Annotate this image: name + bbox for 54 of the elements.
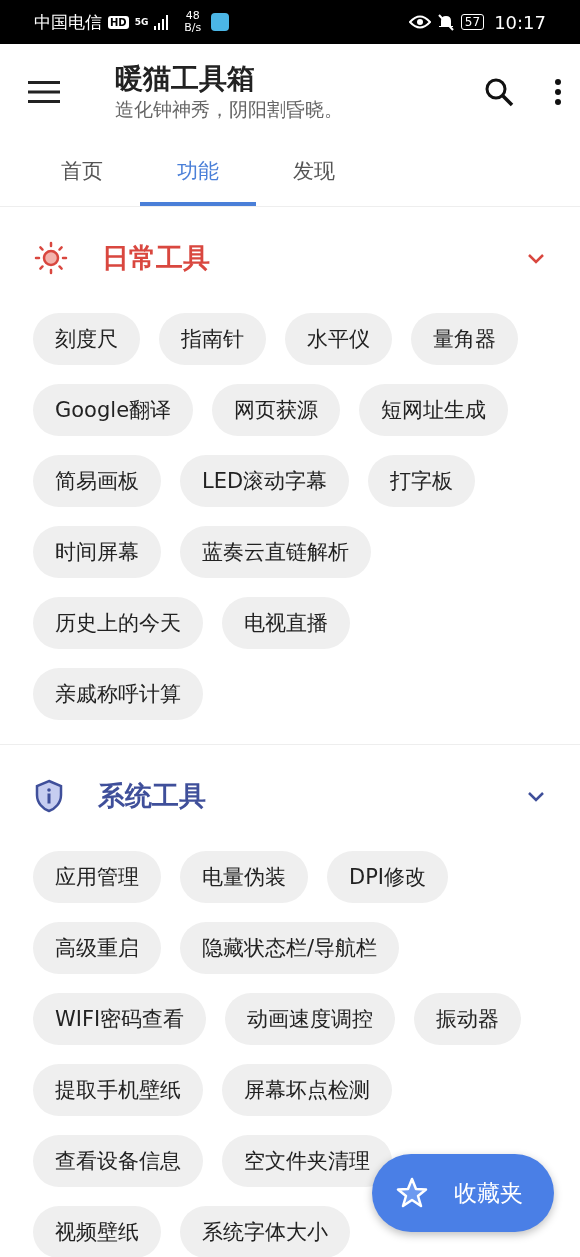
tool-chip[interactable]: 电视直播 bbox=[222, 597, 350, 649]
tool-chip[interactable]: 振动器 bbox=[414, 993, 522, 1045]
speed-unit: B/s bbox=[184, 22, 202, 34]
tool-chip[interactable]: WIFI密码查看 bbox=[33, 993, 207, 1045]
tool-chip[interactable]: 时间屏幕 bbox=[33, 526, 161, 578]
menu-button[interactable] bbox=[28, 80, 60, 104]
tool-chip[interactable]: 屏幕坏点检测 bbox=[222, 1064, 392, 1116]
tool-chip[interactable]: 刻度尺 bbox=[33, 313, 140, 365]
tool-chip[interactable]: 隐藏状态栏/导航栏 bbox=[180, 922, 400, 974]
tab[interactable]: 功能 bbox=[140, 140, 256, 206]
tool-chip[interactable]: 亲戚称呼计算 bbox=[33, 668, 203, 720]
clock: 10:17 bbox=[494, 11, 546, 33]
tool-chip[interactable]: 网页获源 bbox=[212, 384, 341, 436]
section-title: 系统工具 bbox=[98, 779, 207, 813]
tool-chip[interactable]: 电量伪装 bbox=[180, 851, 308, 903]
battery-indicator: 57 bbox=[460, 14, 485, 30]
tool-chip[interactable]: 量角器 bbox=[411, 313, 518, 365]
tool-chip[interactable]: 查看设备信息 bbox=[33, 1135, 203, 1187]
tool-chip[interactable]: 应用管理 bbox=[33, 851, 161, 903]
tool-chip[interactable]: 蓝奏云直链解析 bbox=[180, 526, 371, 578]
tool-chip[interactable]: 动画速度调控 bbox=[225, 993, 396, 1045]
tool-chip[interactable]: LED滚动字幕 bbox=[180, 455, 350, 507]
app-title: 暖猫工具箱 bbox=[115, 62, 256, 96]
bell-muted-icon bbox=[436, 13, 455, 31]
tool-chip[interactable]: 水平仪 bbox=[285, 313, 392, 365]
tool-chip[interactable]: 历史上的今天 bbox=[33, 597, 203, 649]
tool-chip[interactable]: DPI修改 bbox=[327, 851, 449, 903]
section-title: 日常工具 bbox=[102, 241, 211, 275]
tool-chip[interactable]: 打字板 bbox=[368, 455, 476, 507]
tab[interactable]: 发现 bbox=[256, 140, 372, 206]
tool-chip[interactable]: 系统字体大小 bbox=[180, 1206, 350, 1257]
hd-badge: HD bbox=[108, 15, 129, 29]
signal-icon bbox=[154, 14, 171, 30]
carrier-text: 中国电信 bbox=[34, 10, 102, 34]
star-icon bbox=[396, 1177, 428, 1209]
tab[interactable]: 首页 bbox=[24, 140, 140, 206]
tool-chip[interactable]: 视频壁纸 bbox=[33, 1206, 161, 1257]
tool-chip[interactable]: 高级重启 bbox=[33, 922, 161, 974]
tool-chip[interactable]: 空文件夹清理 bbox=[222, 1135, 392, 1187]
app-subtitle: 造化钟神秀，阴阳割昏晓。 bbox=[115, 97, 344, 122]
tool-chip[interactable]: 短网址生成 bbox=[359, 384, 509, 436]
more-button[interactable] bbox=[554, 78, 562, 106]
tool-chip[interactable]: 简易画板 bbox=[33, 455, 161, 507]
tool-chip[interactable]: 指南针 bbox=[159, 313, 266, 365]
tool-chip[interactable]: Google翻译 bbox=[33, 384, 194, 436]
network-label: 5G bbox=[134, 17, 149, 27]
search-button[interactable] bbox=[484, 77, 514, 107]
sun-icon bbox=[34, 241, 68, 275]
info-shield-icon bbox=[34, 779, 64, 813]
favorites-button[interactable]: 收藏夹 bbox=[372, 1154, 554, 1232]
eye-icon bbox=[408, 15, 431, 29]
tool-chip[interactable]: 提取手机壁纸 bbox=[33, 1064, 203, 1116]
speed-value: 48 bbox=[185, 10, 200, 22]
app-notification-icon bbox=[211, 13, 230, 31]
